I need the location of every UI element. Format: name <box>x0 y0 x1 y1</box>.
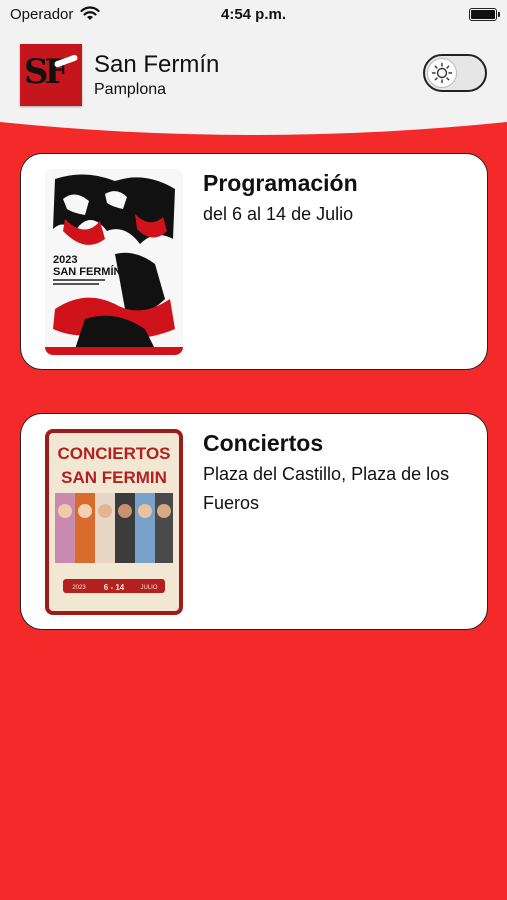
conciertos-poster-art: CONCIERTOS SAN FERMIN 2023 6 - 14 JULIO <box>55 444 173 593</box>
card-desc-conciertos: Plaza del Castillo, Plaza de los Fueros <box>203 464 450 513</box>
status-bar: Operador 4:54 p.m. <box>0 0 507 30</box>
card-desc-programacion: del 6 al 14 de Julio <box>203 204 354 224</box>
programacion-poster-image: 2023 SAN FERMÍN <box>45 169 183 355</box>
conciertos-poster-heading-2: SAN FERMIN <box>61 468 167 487</box>
battery-icon <box>469 8 500 21</box>
conciertos-poster-year: 2023 <box>72 585 86 591</box>
status-time: 4:54 p.m. <box>220 6 287 23</box>
theme-toggle[interactable] <box>423 54 487 92</box>
logo-monogram: SF <box>24 52 69 92</box>
sun-icon <box>431 62 453 84</box>
app-subtitle: Pamplona <box>94 81 167 98</box>
card-programacion[interactable]: 2023 SAN FERMÍN Programación del 6 al 14… <box>20 153 488 370</box>
card-title-conciertos: Conciertos <box>203 430 324 456</box>
programacion-poster-name: SAN FERMÍN <box>53 265 122 278</box>
card-conciertos[interactable]: CONCIERTOS SAN FERMIN 2023 6 - 14 JULIO … <box>20 413 488 630</box>
toggle-knob <box>427 58 457 88</box>
conciertos-poster-heading-1: CONCIERTOS <box>57 444 170 463</box>
conciertos-poster-image: CONCIERTOS SAN FERMIN 2023 6 - 14 JULIO <box>45 429 183 615</box>
app-title: San Fermín <box>94 51 220 78</box>
programacion-poster-art: 2023 SAN FERMÍN <box>45 169 183 355</box>
conciertos-poster-dates: 6 - 14 <box>104 583 125 592</box>
conciertos-poster-month: JULIO <box>140 585 157 591</box>
app-logo: SF <box>20 44 82 106</box>
programacion-poster-year: 2023 <box>53 254 77 266</box>
app-header: SF San Fermín Pamplona <box>0 30 507 140</box>
card-title-programacion: Programación <box>203 170 358 196</box>
conciertos-poster-panel: CONCIERTOS SAN FERMIN 2023 6 - 14 JULIO <box>49 433 179 611</box>
